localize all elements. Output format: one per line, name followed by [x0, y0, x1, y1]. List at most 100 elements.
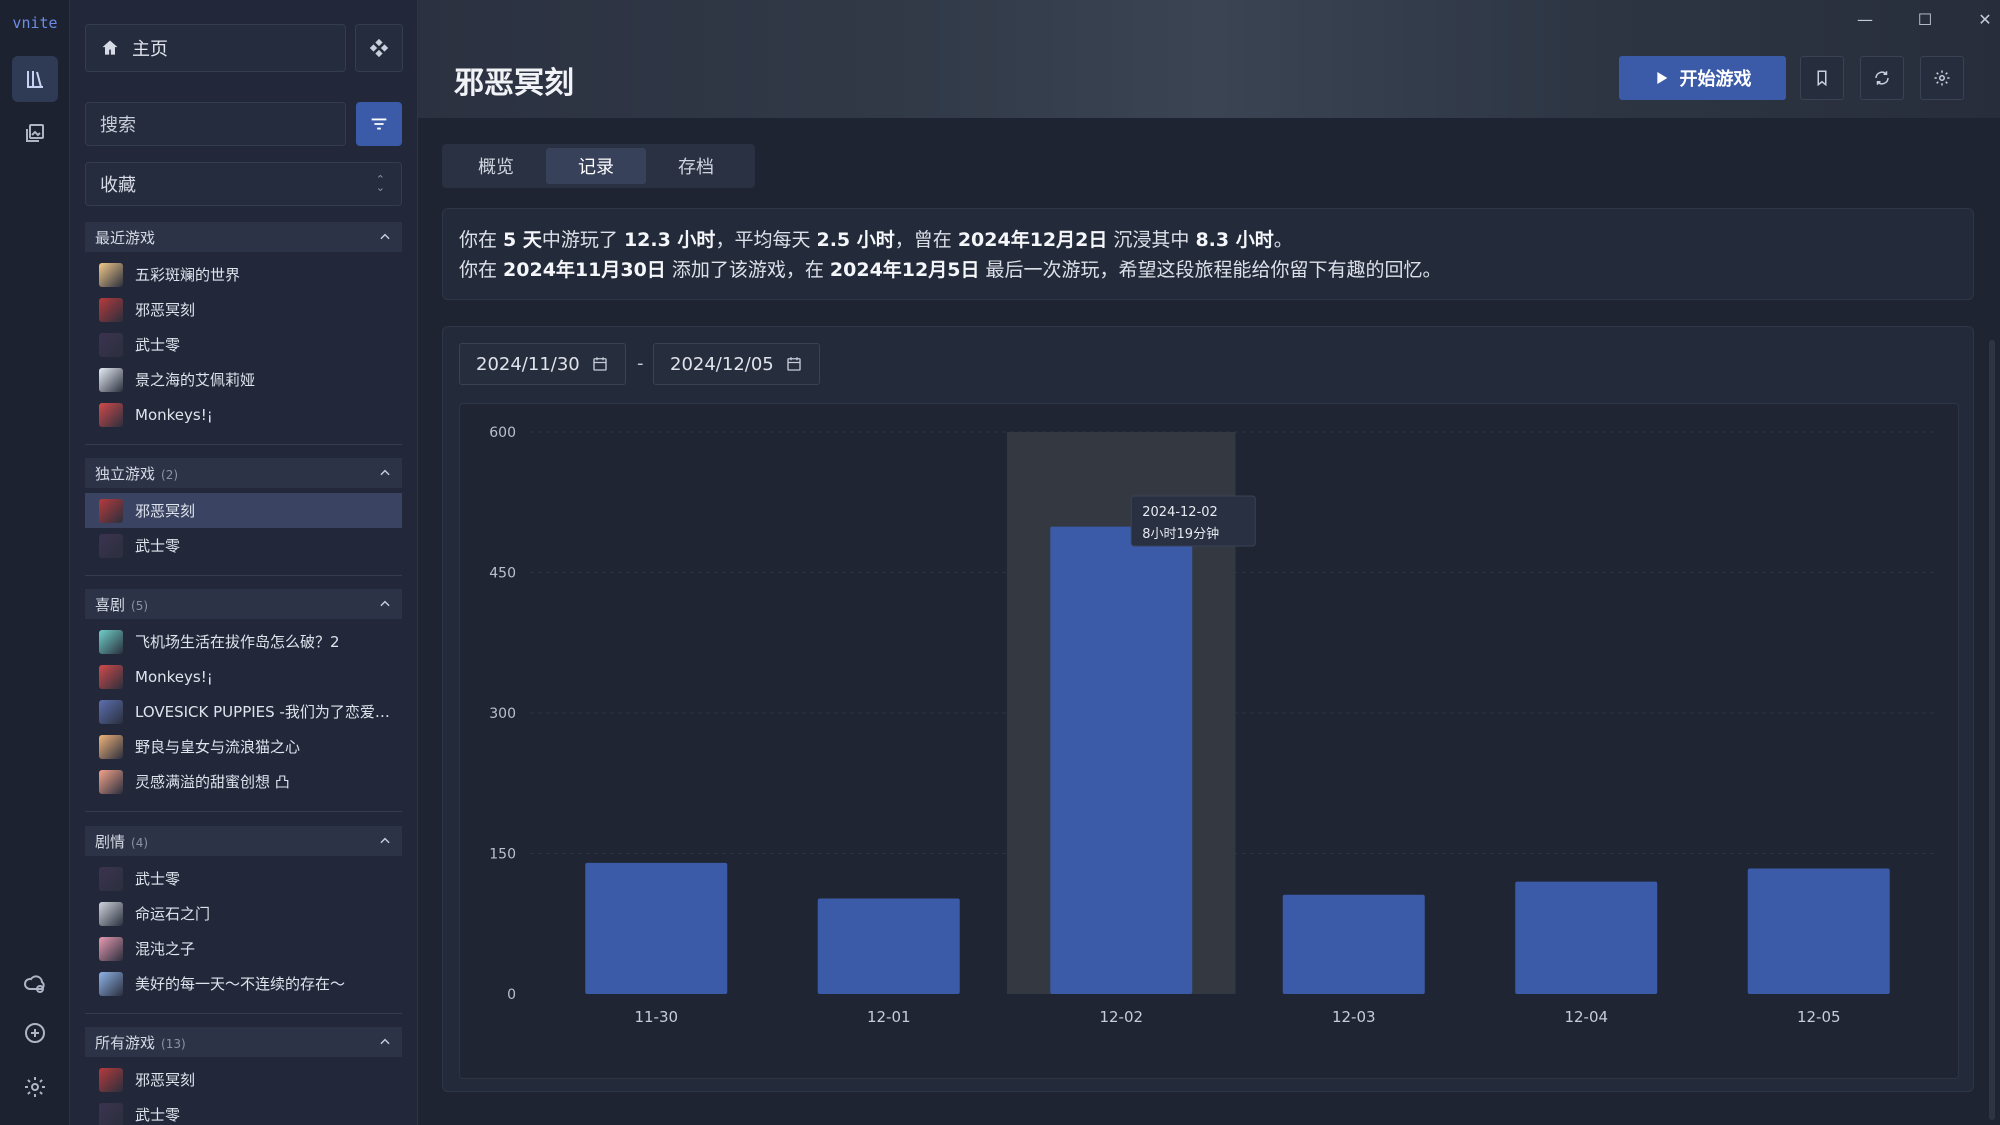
game-cover-thumbnail [99, 498, 123, 523]
game-list-item[interactable]: 邪恶冥刻 [85, 493, 402, 528]
library-icon [27, 71, 43, 88]
text: ，平均每天 [715, 229, 817, 251]
group-divider [85, 811, 402, 812]
game-list-item[interactable]: 美好的每一天～不连续的存在～ [85, 966, 402, 1001]
tab-overview[interactable]: 概览 [446, 148, 546, 184]
filter-button[interactable] [356, 102, 402, 146]
days-value: 5 天 [503, 229, 542, 251]
chart-area: 0 150 300 450 600 11-30 12-01 12-02 12-03 12-04 12… [459, 403, 1959, 1079]
group-count: (5) [131, 598, 149, 613]
calendar-icon [787, 357, 801, 371]
sidebar-group-header[interactable]: 最近游戏 [85, 222, 402, 252]
gallery-nav-button[interactable] [12, 110, 58, 156]
text: 你在 [459, 259, 504, 281]
group-title-wrap: 喜剧 (5) [95, 594, 148, 615]
collection-select[interactable]: 收藏 ⌃ ⌄ [85, 162, 402, 206]
avg-hours-value: 2.5 小时 [816, 229, 895, 251]
game-list-item[interactable]: Monkeys!¡ [85, 659, 402, 694]
game-list-item[interactable]: 命运石之门 [85, 896, 402, 931]
game-list-item-label: 美好的每一天～不连续的存在～ [135, 975, 346, 993]
game-list-item[interactable]: 混沌之子 [85, 931, 402, 966]
cloud-sync-button[interactable] [12, 960, 58, 1006]
game-cover-thumbnail [99, 367, 123, 392]
scrollbar[interactable] [1989, 340, 1995, 1120]
game-list-item-label: 五彩斑斓的世界 [135, 266, 241, 284]
gear-icon [25, 1077, 45, 1097]
home-button[interactable]: 主页 [85, 24, 346, 72]
game-cover-thumbnail [99, 629, 123, 654]
bookmark-button[interactable] [1800, 56, 1844, 100]
maximize-button[interactable]: ☐ [1910, 8, 1940, 30]
game-list-item[interactable]: Monkeys!¡ [85, 397, 402, 432]
game-list-item[interactable]: 灵感满溢的甜蜜创想 凸 [85, 764, 402, 799]
bar [1050, 526, 1193, 994]
sync-button[interactable] [1860, 56, 1904, 100]
game-list-item[interactable]: 武士零 [85, 1097, 402, 1125]
close-button[interactable]: ✕ [1970, 8, 2000, 30]
game-list-item-label: 邪恶冥刻 [135, 1071, 196, 1089]
end-date-value: 2024/12/05 [670, 353, 774, 375]
game-cover-thumbnail [99, 1102, 123, 1125]
added-date-value: 2024年11月30日 [503, 259, 666, 281]
game-list-item[interactable]: 五彩斑斓的世界 [85, 257, 402, 292]
minimize-button[interactable]: — [1850, 8, 1880, 30]
game-list-item[interactable]: 邪恶冥刻 [85, 292, 402, 327]
game-cover-thumbnail [99, 699, 123, 724]
filter-icon [371, 118, 387, 130]
group-count: (2) [161, 467, 179, 482]
sidebar-group-header[interactable]: 独立游戏 (2) [85, 458, 402, 488]
text: 最后一次游玩，希望这段旅程能给你留下有趣的回忆。 [979, 259, 1442, 281]
start-date-value: 2024/11/30 [476, 353, 580, 375]
tab-records[interactable]: 记录 [546, 148, 646, 184]
x-tick-label: 12-04 [1564, 1008, 1608, 1026]
playtime-chart-card: 2024/11/30 - 2024/12/05 0 150 300 450 600 11-… [442, 326, 1974, 1092]
x-tick-label: 12-01 [867, 1008, 911, 1026]
game-detail: 邪恶冥刻 — ☐ ✕ 开始游戏 概览 记录 存档 你在 5 天中游玩了 12.3… [418, 0, 2000, 1125]
game-list-item-label: 邪恶冥刻 [135, 301, 196, 319]
summary-line-1: 你在 5 天中游玩了 12.3 小时，平均每天 2.5 小时，曾在 2024年1… [459, 225, 1957, 255]
settings-nav-button[interactable] [12, 1064, 58, 1110]
random-game-button[interactable] [355, 24, 403, 72]
game-list-item[interactable]: 邪恶冥刻 [85, 1062, 402, 1097]
end-date-picker[interactable]: 2024/12/05 [653, 343, 820, 385]
game-list-item[interactable]: 景之海的艾佩莉娅 [85, 362, 402, 397]
bar [1515, 881, 1658, 994]
game-list-item[interactable]: LOVESICK PUPPIES -我们为了恋爱… [85, 694, 402, 729]
game-cover-thumbnail [99, 734, 123, 759]
chevron-up-icon [380, 600, 390, 607]
x-tick-label: 12-02 [1099, 1008, 1143, 1026]
game-list-item[interactable]: 武士零 [85, 861, 402, 896]
game-list-item-label: 武士零 [135, 870, 181, 888]
game-list-item-label: 灵感满溢的甜蜜创想 凸 [135, 773, 290, 791]
bookmark-icon [1817, 70, 1827, 87]
home-label: 主页 [132, 39, 168, 60]
text: ，曾在 [894, 229, 958, 251]
play-summary: 你在 5 天中游玩了 12.3 小时，平均每天 2.5 小时，曾在 2024年1… [442, 208, 1974, 300]
app-logo: vnite [12, 14, 58, 32]
tab-saves[interactable]: 存档 [646, 148, 746, 184]
game-list-item-label: 武士零 [135, 336, 181, 354]
library-nav-button[interactable] [12, 56, 58, 102]
start-game-button[interactable]: 开始游戏 [1619, 56, 1786, 100]
library-sidebar: 主页 搜索 收藏 ⌃ ⌄ 最近游戏 五彩斑斓的世界 邪恶冥刻 武士零 景之海的艾佩莉娅 Mo… [70, 0, 418, 1125]
bar [1282, 894, 1425, 994]
sidebar-group-header[interactable]: 喜剧 (5) [85, 589, 402, 619]
game-list-item[interactable]: 野良与皇女与流浪猫之心 [85, 729, 402, 764]
add-game-button[interactable] [12, 1010, 58, 1056]
start-date-picker[interactable]: 2024/11/30 [459, 343, 626, 385]
game-cover-thumbnail [99, 297, 123, 322]
game-list-item[interactable]: 武士零 [85, 528, 402, 563]
game-list-item[interactable]: 飞机场生活在拔作岛怎么破？2 [85, 624, 402, 659]
game-list-item[interactable]: 武士零 [85, 327, 402, 362]
dice-icon [369, 38, 389, 58]
game-cover-thumbnail [99, 533, 123, 558]
summary-line-2: 你在 2024年11月30日 添加了该游戏，在 2024年12月5日 最后一次游… [459, 255, 1957, 285]
sidebar-group-header[interactable]: 所有游戏 (13) [85, 1027, 402, 1057]
sidebar-group-header[interactable]: 剧情 (4) [85, 826, 402, 856]
search-input[interactable]: 搜索 [85, 102, 346, 146]
search-placeholder: 搜索 [100, 115, 136, 136]
group-count: (13) [161, 1036, 186, 1051]
game-settings-button[interactable] [1920, 56, 1964, 100]
group-divider [85, 575, 402, 576]
detail-tabs: 概览 记录 存档 [442, 144, 755, 188]
